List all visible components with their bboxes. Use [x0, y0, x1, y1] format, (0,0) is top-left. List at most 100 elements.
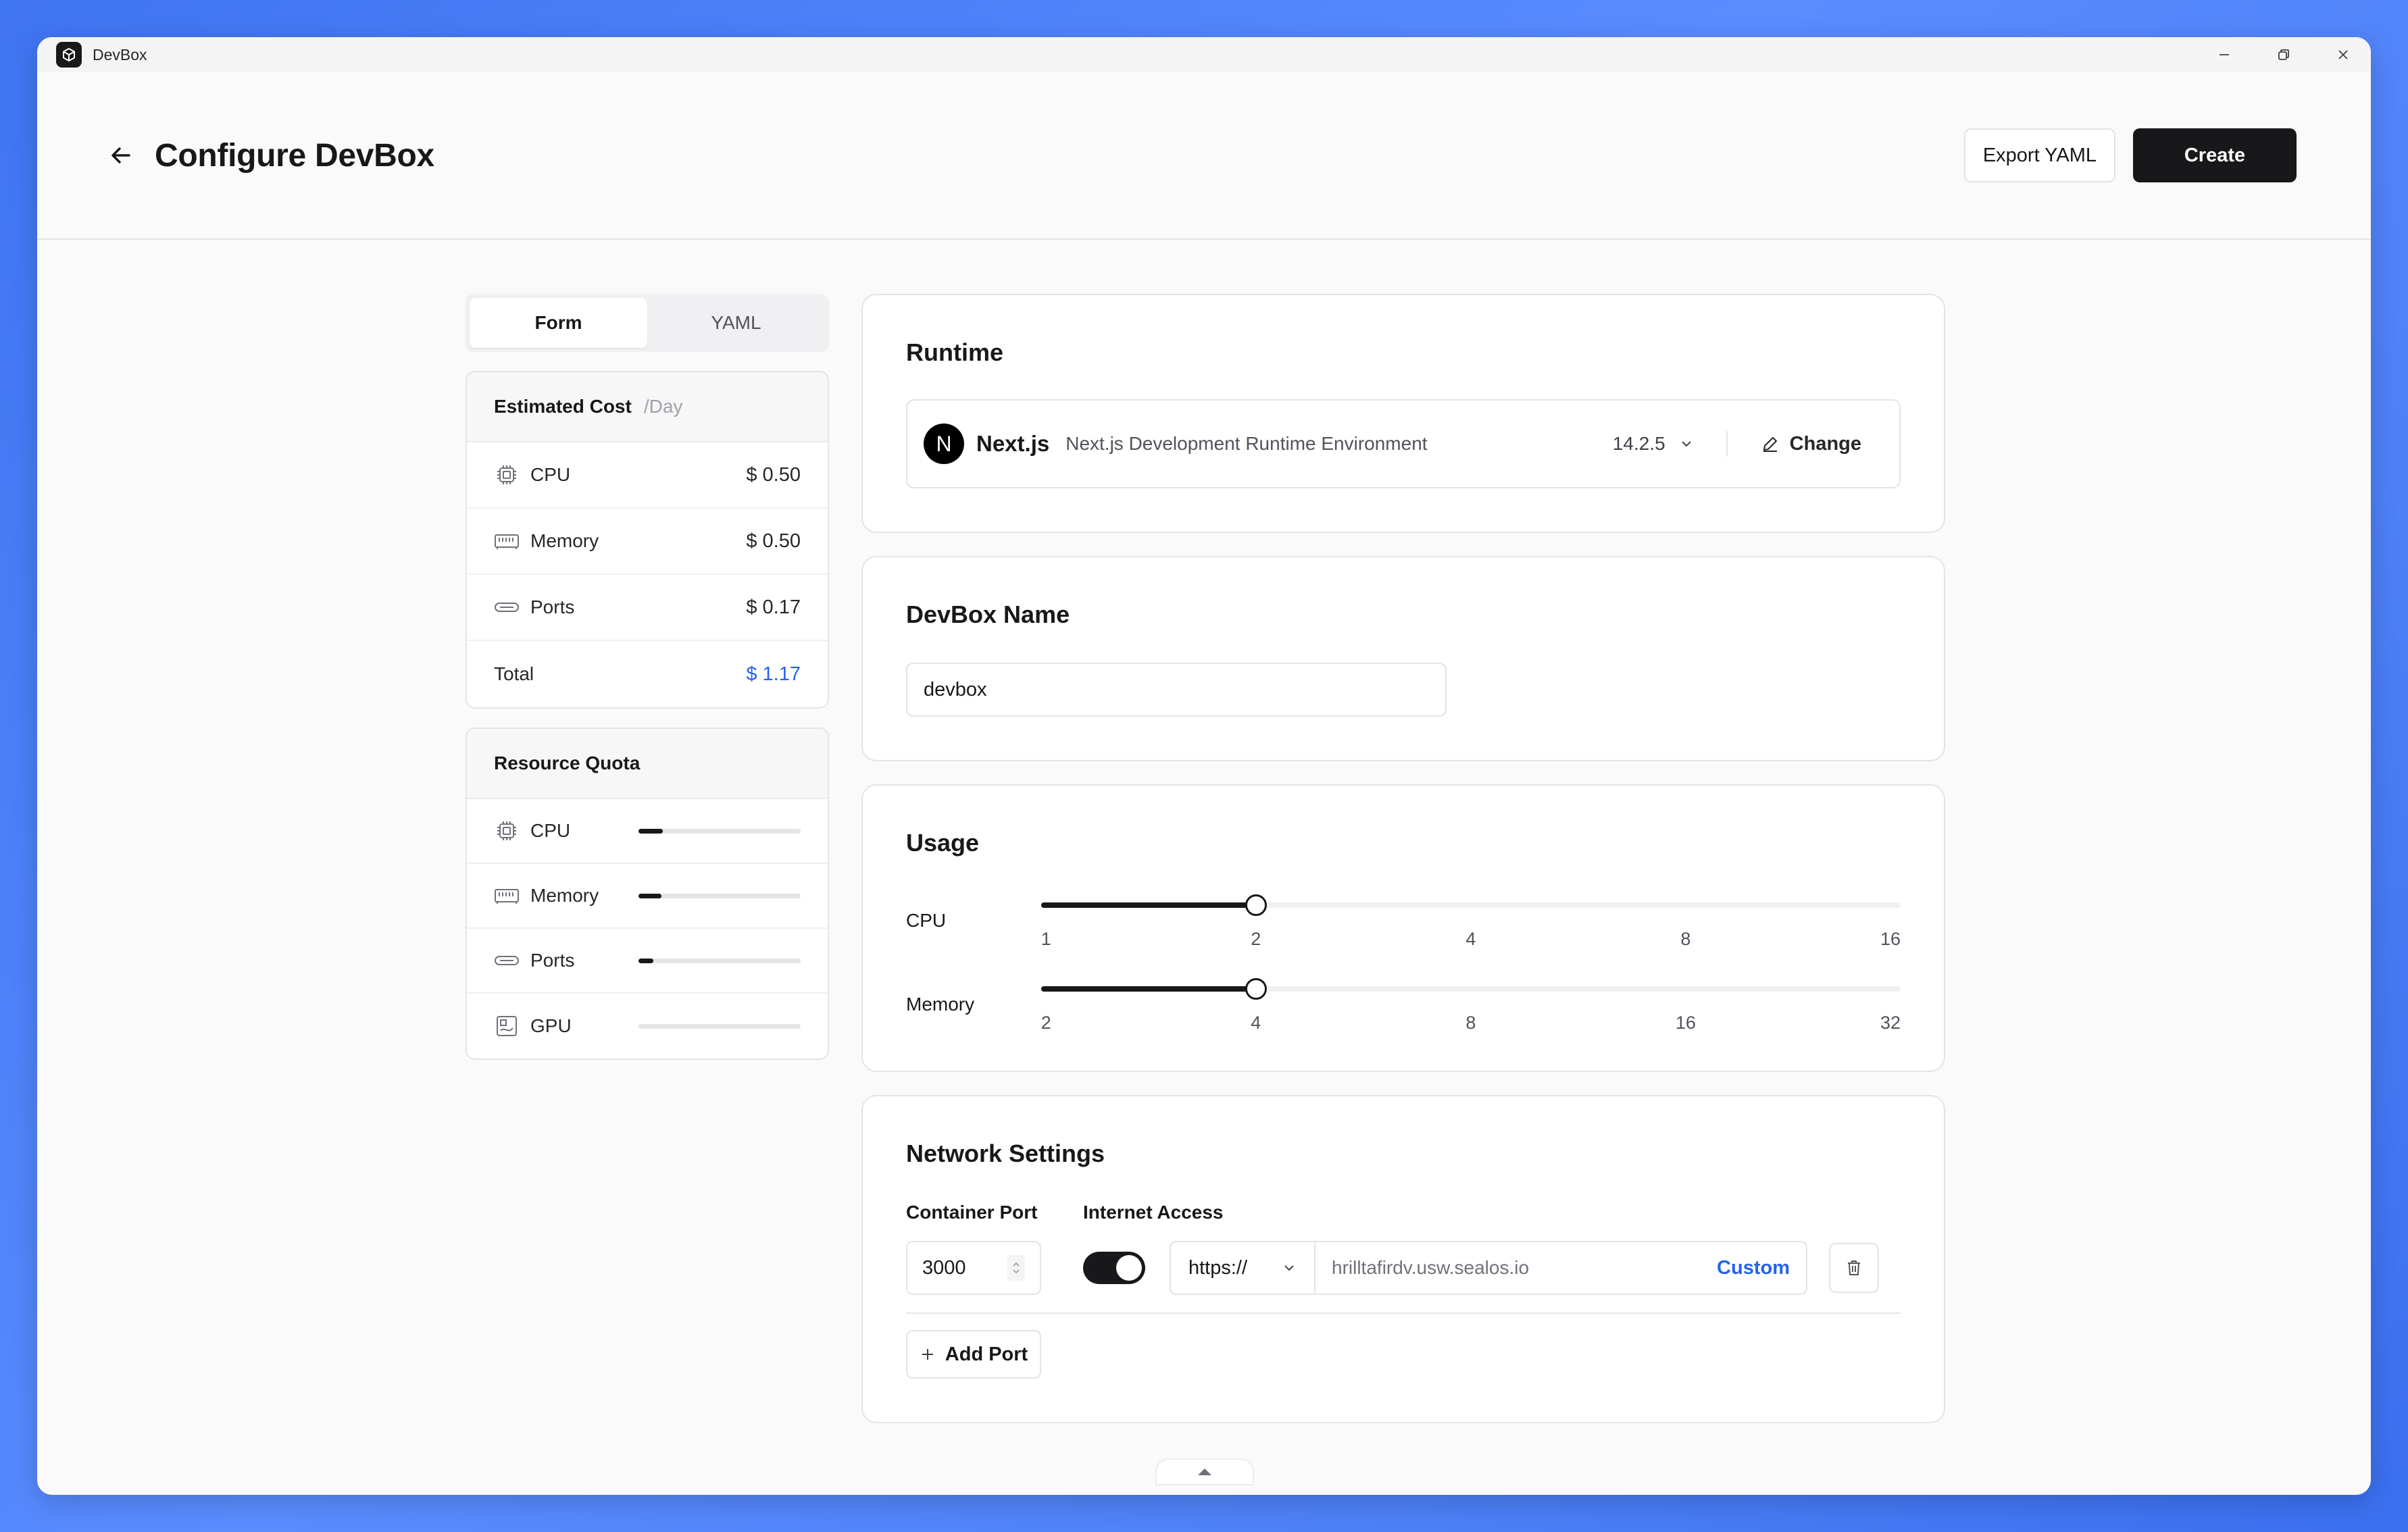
quota-row-cpu: CPU	[467, 799, 828, 864]
quota-label: Memory	[530, 885, 599, 906]
cost-row-ports: Ports $ 0.17	[467, 575, 828, 641]
page-content: Form YAML Estimated Cost /Day CPU $ 0.50	[37, 240, 2371, 1456]
devbox-logo-icon	[56, 42, 82, 68]
minimize-icon[interactable]	[2215, 46, 2233, 63]
quota-fill	[638, 958, 653, 963]
tab-form[interactable]: Form	[470, 298, 647, 348]
quota-bar	[638, 828, 801, 834]
stepper-icon[interactable]	[1007, 1255, 1025, 1281]
slider-tick: 2	[1251, 929, 1261, 949]
internet-access-toggle[interactable]	[1083, 1252, 1145, 1284]
runtime-card: Runtime N Next.js Next.js Development Ru…	[861, 294, 1945, 533]
nextjs-logo-icon: N	[924, 424, 964, 464]
chevron-up-icon	[1198, 1469, 1211, 1475]
chevron-down-icon	[1681, 441, 1691, 447]
memory-slider-label: Memory	[906, 994, 975, 1015]
cpu-slider-row: CPU 1 2 4 8 16	[906, 890, 1901, 953]
cost-label: CPU	[530, 464, 571, 485]
container-port-label: Container Port	[906, 1202, 1038, 1223]
edit-icon	[1763, 437, 1777, 452]
quota-bar	[638, 893, 801, 898]
runtime-title: Runtime	[906, 338, 1003, 366]
usage-card: Usage CPU 1 2 4 8 16 Memory 2 4 8 16 32	[861, 784, 1945, 1072]
runtime-description: Next.js Development Runtime Environment	[1065, 433, 1428, 454]
change-runtime-button[interactable]: Change	[1728, 433, 1883, 455]
title-bar: DevBox	[37, 37, 2371, 72]
estimated-cost-title: Estimated Cost	[494, 396, 632, 417]
resource-quota-panel: Resource Quota CPU Memory Ports GPU	[466, 727, 829, 1060]
protocol-value: https://	[1188, 1256, 1248, 1279]
cpu-slider[interactable]: 1 2 4 8 16	[1040, 890, 1901, 953]
quota-fill	[638, 893, 661, 898]
main-form: Runtime N Next.js Next.js Development Ru…	[861, 294, 1945, 1446]
cost-label: Memory	[530, 530, 599, 551]
devbox-name-card: DevBox Name	[861, 556, 1945, 761]
page-header: Configure DevBox Export YAML Create	[37, 72, 2371, 240]
total-value: $ 1.17	[746, 663, 801, 685]
memory-slider[interactable]: 2 4 8 16 32	[1040, 973, 1901, 1037]
trash-icon	[1848, 1260, 1860, 1275]
slider-tick: 2	[1040, 1013, 1051, 1033]
network-settings-title: Network Settings	[906, 1140, 1105, 1167]
usage-title: Usage	[906, 829, 980, 857]
quota-label: CPU	[530, 820, 571, 841]
memory-icon	[494, 883, 520, 909]
memory-slider-row: Memory 2 4 8 16 32	[906, 973, 1901, 1037]
cpu-icon	[494, 462, 520, 488]
port-icon	[494, 594, 520, 620]
collapse-handle[interactable]	[1155, 1458, 1254, 1485]
app-window: DevBox Configure DevBox Export YAML Crea…	[37, 37, 2371, 1495]
page-title: Configure DevBox	[155, 137, 434, 174]
custom-domain-link[interactable]: Custom	[1717, 1257, 1790, 1279]
version-value: 14.2.5	[1612, 433, 1665, 454]
network-settings-card: Network Settings Container Port Internet…	[861, 1095, 1945, 1423]
cost-value: $ 0.50	[746, 463, 801, 486]
window-title: DevBox	[93, 45, 147, 63]
quota-row-ports: Ports	[467, 929, 828, 994]
cpu-icon	[494, 818, 520, 844]
slider-tick: 4	[1251, 1013, 1261, 1033]
add-port-button[interactable]: Add Port	[906, 1330, 1041, 1379]
slider-thumb[interactable]	[1245, 978, 1267, 1000]
runtime-name: Next.js	[976, 431, 1050, 456]
runtime-selector: N Next.js Next.js Development Runtime En…	[906, 399, 1901, 488]
protocol-select[interactable]: https://	[1171, 1242, 1315, 1294]
export-yaml-button[interactable]: Export YAML	[1963, 128, 2115, 182]
estimated-cost-panel: Estimated Cost /Day CPU $ 0.50 Memory $ …	[466, 371, 829, 709]
devbox-name-input[interactable]	[906, 663, 1447, 717]
gpu-icon	[494, 1013, 520, 1039]
version-select[interactable]: 14.2.5	[1613, 431, 1728, 457]
tab-yaml[interactable]: YAML	[647, 298, 825, 348]
quota-label: Ports	[530, 950, 575, 971]
create-button[interactable]: Create	[2133, 128, 2297, 182]
container-port-input[interactable]: 3000	[906, 1241, 1041, 1295]
cost-row-cpu: CPU $ 0.50	[467, 442, 828, 509]
quota-row-memory: Memory	[467, 864, 828, 929]
total-label: Total	[494, 663, 534, 684]
cost-row-total: Total $ 1.17	[467, 641, 828, 707]
quota-bar	[638, 958, 801, 963]
slider-thumb[interactable]	[1245, 894, 1267, 916]
domain-value: hrilltafirdv.usw.sealos.io	[1332, 1257, 1530, 1278]
cpu-slider-label: CPU	[906, 910, 947, 931]
chevron-down-icon	[1284, 1265, 1294, 1271]
quota-fill	[638, 828, 663, 834]
slider-tick: 16	[1675, 1013, 1696, 1033]
domain-field[interactable]: hrilltafirdv.usw.sealos.io Custom	[1315, 1242, 1806, 1294]
cost-value: $ 0.50	[746, 530, 801, 552]
slider-tick: 8	[1680, 929, 1691, 949]
delete-port-button[interactable]	[1829, 1243, 1879, 1293]
add-port-label: Add Port	[945, 1343, 1028, 1365]
slider-track-fill	[1040, 986, 1256, 992]
slider-tick: 16	[1880, 929, 1901, 949]
port-icon	[494, 948, 520, 973]
cost-row-memory: Memory $ 0.50	[467, 509, 828, 575]
slider-tick: 32	[1880, 1013, 1901, 1033]
internet-access-label: Internet Access	[1083, 1202, 1224, 1223]
back-arrow-icon[interactable]	[105, 139, 137, 172]
slider-tick: 8	[1465, 1013, 1476, 1033]
slider-tick: 1	[1040, 929, 1051, 949]
restore-icon[interactable]	[2275, 46, 2292, 63]
close-icon[interactable]	[2334, 46, 2352, 63]
view-tabs: Form YAML	[466, 294, 829, 352]
